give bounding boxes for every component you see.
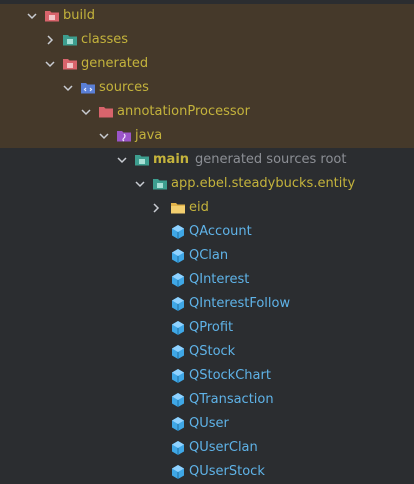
tree-node-build[interactable]: build bbox=[0, 4, 414, 28]
java-folder-icon bbox=[116, 128, 132, 144]
java-class-icon bbox=[170, 368, 186, 384]
tree-label: java bbox=[135, 128, 163, 143]
project-tree: build classes generated sources annotati… bbox=[0, 0, 414, 482]
tree-node-package[interactable]: app.ebel.steadybucks.entity bbox=[0, 172, 414, 196]
java-class-icon bbox=[170, 440, 186, 456]
tree-label: QAccount bbox=[189, 224, 252, 239]
chevron-down-icon[interactable] bbox=[26, 10, 38, 22]
java-class-icon bbox=[170, 344, 186, 360]
tree-node-class[interactable]: QStockChart bbox=[0, 364, 414, 388]
chevron-right-icon[interactable] bbox=[44, 34, 56, 46]
tree-node-sources[interactable]: sources bbox=[0, 76, 414, 100]
tree-node-generated[interactable]: generated bbox=[0, 52, 414, 76]
tree-label: sources bbox=[99, 80, 149, 95]
tree-node-class[interactable]: QStock bbox=[0, 340, 414, 364]
folder-icon bbox=[170, 200, 186, 216]
excluded-folder-icon bbox=[44, 8, 60, 24]
tree-label: eid bbox=[189, 200, 209, 215]
tree-node-class[interactable]: QUserClan bbox=[0, 436, 414, 460]
tree-label: app.ebel.steadybucks.entity bbox=[171, 176, 356, 191]
chevron-down-icon[interactable] bbox=[62, 82, 74, 94]
folder-icon bbox=[98, 104, 114, 120]
tree-label: QStockChart bbox=[189, 368, 271, 383]
tree-label: QProfit bbox=[189, 320, 234, 335]
chevron-down-icon[interactable] bbox=[80, 106, 92, 118]
java-class-icon bbox=[170, 416, 186, 432]
tree-node-class[interactable]: QTransaction bbox=[0, 388, 414, 412]
tree-node-class[interactable]: QClan bbox=[0, 244, 414, 268]
chevron-down-icon[interactable] bbox=[116, 154, 128, 166]
tree-label: QStock bbox=[189, 344, 236, 359]
tree-label: QInterestFollow bbox=[189, 296, 291, 311]
java-class-icon bbox=[170, 464, 186, 480]
tree-label: QUserStock bbox=[189, 464, 265, 479]
tree-label: generated bbox=[81, 56, 149, 71]
tree-node-class[interactable]: QInterest bbox=[0, 268, 414, 292]
tree-label: QUser bbox=[189, 416, 229, 431]
chevron-down-icon[interactable] bbox=[134, 178, 146, 190]
main-label: main bbox=[153, 152, 190, 167]
java-class-icon bbox=[170, 272, 186, 288]
chevron-down-icon[interactable] bbox=[98, 130, 110, 142]
tree-node-java[interactable]: java bbox=[0, 124, 414, 148]
tree-label: classes bbox=[81, 32, 129, 47]
chevron-down-icon[interactable] bbox=[44, 58, 56, 70]
source-folder-icon bbox=[80, 80, 96, 96]
resources-folder-icon bbox=[62, 32, 78, 48]
tree-node-class[interactable]: QProfit bbox=[0, 316, 414, 340]
java-class-icon bbox=[170, 392, 186, 408]
tree-label: QTransaction bbox=[189, 392, 274, 407]
tree-label: main generated sources root bbox=[153, 151, 346, 169]
tree-node-class[interactable]: QInterestFollow bbox=[0, 292, 414, 316]
excluded-folder-icon bbox=[62, 56, 78, 72]
tree-label: QInterest bbox=[189, 272, 250, 287]
source-root-hint: generated sources root bbox=[195, 152, 347, 167]
tree-label: annotationProcessor bbox=[117, 104, 250, 119]
tree-node-classes[interactable]: classes bbox=[0, 28, 414, 52]
tree-node-eid[interactable]: eid bbox=[0, 196, 414, 220]
java-class-icon bbox=[170, 296, 186, 312]
tree-node-class[interactable]: QAccount bbox=[0, 220, 414, 244]
source-root-folder-icon bbox=[134, 152, 150, 168]
tree-node-main[interactable]: main generated sources root bbox=[0, 148, 414, 172]
tree-label: QUserClan bbox=[189, 440, 258, 455]
tree-node-class[interactable]: QUserStock bbox=[0, 460, 414, 484]
java-class-icon bbox=[170, 248, 186, 264]
tree-node-annotationprocessor[interactable]: annotationProcessor bbox=[0, 100, 414, 124]
java-class-icon bbox=[170, 224, 186, 240]
package-folder-icon bbox=[152, 176, 168, 192]
tree-label: build bbox=[63, 8, 95, 23]
java-class-icon bbox=[170, 320, 186, 336]
tree-node-class[interactable]: QUser bbox=[0, 412, 414, 436]
chevron-right-icon[interactable] bbox=[150, 202, 162, 214]
tree-label: QClan bbox=[189, 248, 229, 263]
